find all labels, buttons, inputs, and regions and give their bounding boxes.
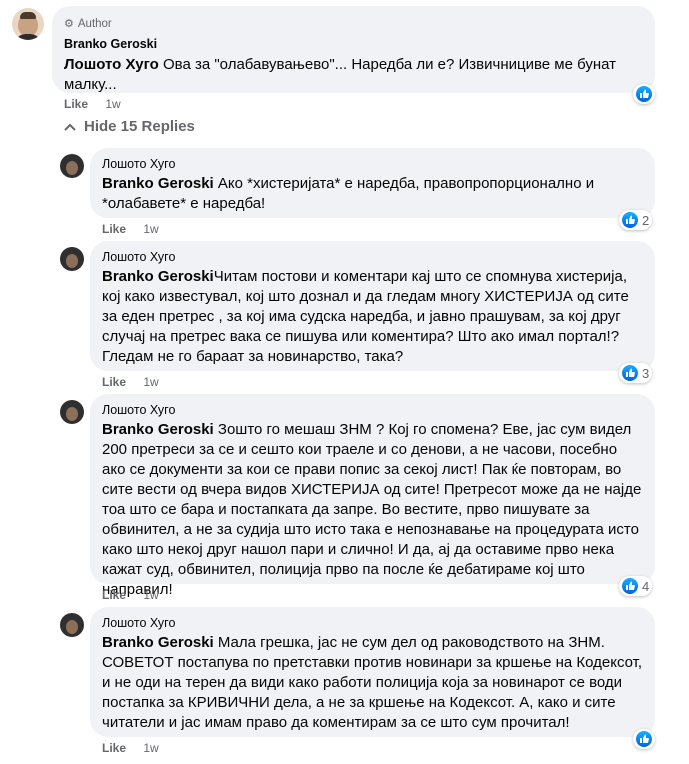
reply-text: Branko Geroski Зошто го мешаш ЗНМ ? Кој … (102, 420, 643, 600)
main-comment-bubble: ⚙ Author Branko Geroski Лошото Хуго Ова … (52, 6, 655, 93)
mention-link[interactable]: Branko Geroski (102, 634, 214, 651)
reply-author-name[interactable]: Лошото Хуго (102, 249, 643, 265)
like-reaction-icon (622, 365, 638, 381)
reply-avatar[interactable] (60, 247, 84, 271)
reply-text: Branko Geroski Ако *хистеријата* е наред… (102, 174, 643, 214)
reply-reaction[interactable]: 3 (619, 363, 653, 383)
reply-bubble: Лошото Хуго Branko Geroski Мала грешка, … (90, 607, 655, 737)
like-reaction-icon (622, 212, 638, 228)
reply-reaction[interactable]: 4 (619, 576, 653, 596)
comment-author-name[interactable]: Branko Geroski (64, 36, 643, 52)
author-gear-icon: ⚙ (64, 18, 74, 30)
like-reaction-icon (636, 86, 652, 102)
mention-link[interactable]: Лошото Хуго (64, 56, 159, 73)
reply-actions: Like 1w (102, 222, 159, 236)
reply-reaction[interactable] (633, 729, 655, 749)
reaction-count: 4 (642, 578, 650, 594)
main-reaction[interactable] (633, 84, 655, 104)
reply-body: Зошто го мешаш ЗНМ ? Кој го спомена? Еве… (102, 421, 642, 598)
main-comment-actions: Like 1w (64, 97, 121, 111)
like-reaction-icon (636, 731, 652, 747)
timestamp[interactable]: 1w (143, 588, 158, 602)
mention-link[interactable]: Branko Geroski (102, 268, 214, 285)
reply-avatar[interactable] (60, 400, 84, 424)
like-reaction-icon (622, 578, 638, 594)
comment-text: Лошото Хуго Ова за "олабавувањево"... На… (64, 55, 643, 95)
reply-bubble: Лошото Хуго Branko GeroskiЧитам постови … (90, 241, 655, 371)
reply-avatar[interactable] (60, 613, 84, 637)
like-button[interactable]: Like (102, 741, 126, 755)
like-button[interactable]: Like (64, 97, 88, 111)
reply-text: Branko Geroski Мала грешка, јас не сум д… (102, 633, 643, 733)
reply-avatar[interactable] (60, 154, 84, 178)
reply-text: Branko GeroskiЧитам постови и коментари … (102, 267, 643, 367)
author-badge-label: Author (77, 18, 112, 30)
author-avatar[interactable] (12, 8, 44, 40)
timestamp[interactable]: 1w (143, 375, 158, 389)
timestamp[interactable]: 1w (105, 97, 120, 111)
reaction-count: 2 (642, 212, 650, 228)
timestamp[interactable]: 1w (143, 741, 158, 755)
reply-reaction[interactable]: 2 (619, 210, 653, 230)
author-badge: ⚙ Author (64, 17, 112, 31)
reply-actions: Like 1w (102, 588, 159, 602)
reply-actions: Like 1w (102, 375, 159, 389)
hide-replies-button[interactable]: Hide 15 Replies (64, 118, 195, 135)
reply-author-name[interactable]: Лошото Хуго (102, 615, 643, 631)
reaction-count: 3 (642, 365, 650, 381)
timestamp[interactable]: 1w (143, 222, 158, 236)
like-button[interactable]: Like (102, 588, 126, 602)
mention-link[interactable]: Branko Geroski (102, 175, 214, 192)
reply-author-name[interactable]: Лошото Хуго (102, 156, 643, 172)
reply-actions: Like 1w (102, 741, 159, 755)
chevron-up-icon (64, 123, 76, 131)
hide-replies-label: Hide 15 Replies (84, 118, 195, 135)
reply-bubble: Лошото Хуго Branko Geroski Зошто го меша… (90, 394, 655, 598)
mention-link[interactable]: Branko Geroski (102, 421, 214, 438)
reply-author-name[interactable]: Лошото Хуго (102, 402, 643, 418)
reply-bubble: Лошото Хуго Branko Geroski Ако *хистериј… (90, 148, 655, 218)
like-button[interactable]: Like (102, 375, 126, 389)
like-button[interactable]: Like (102, 222, 126, 236)
